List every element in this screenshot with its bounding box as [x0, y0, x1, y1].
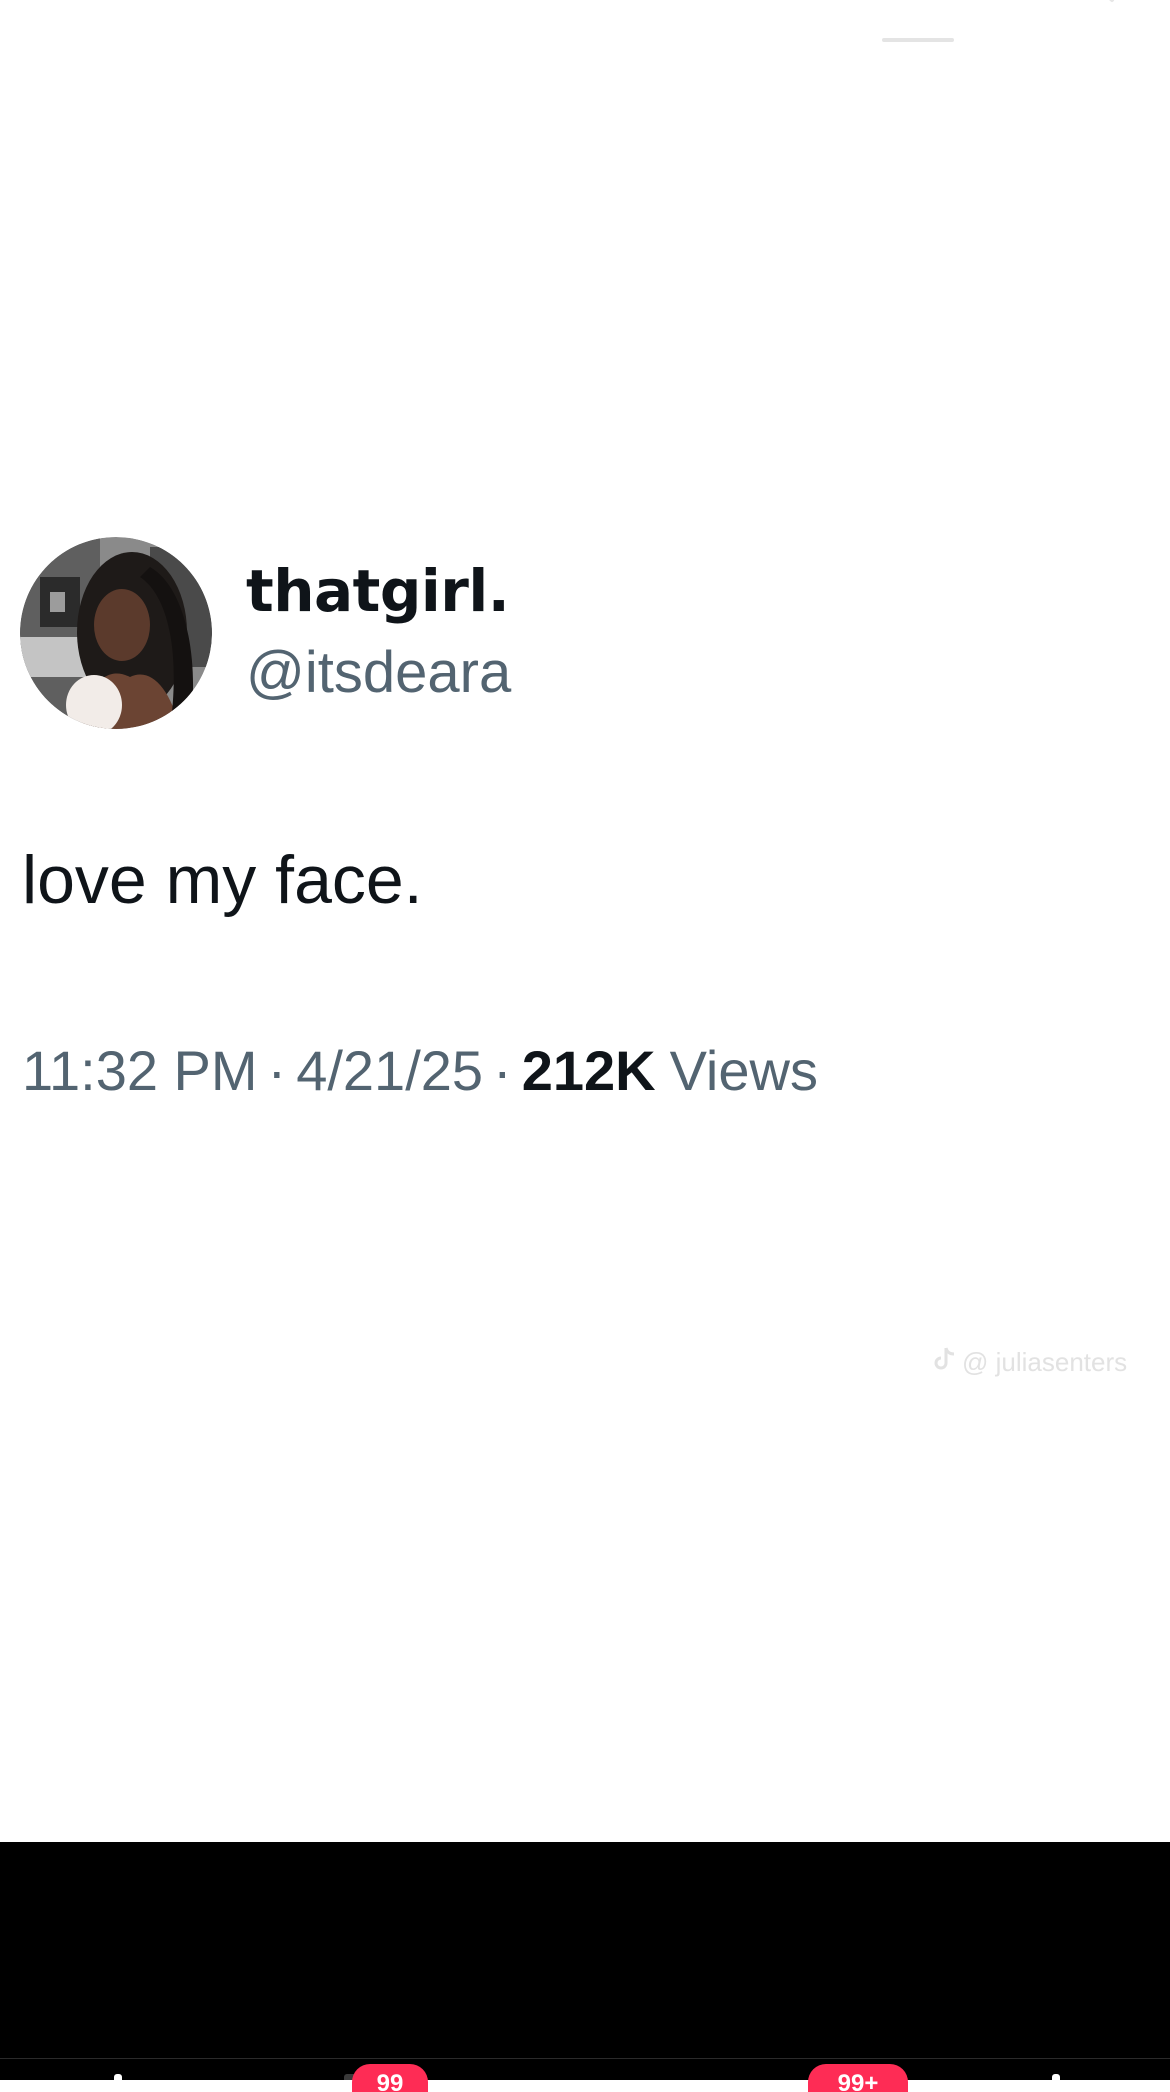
nav-home-icon[interactable] [114, 2074, 122, 2080]
bottom-overlay [0, 1842, 1170, 2080]
top-overlay-line [882, 38, 954, 42]
tiktok-logo-icon [934, 1346, 956, 1378]
tweet-date: 4/21/25 [296, 1039, 484, 1102]
friends-badge: 99 [352, 2064, 428, 2092]
tweet-meta: 11:32 PM · 4/21/25 · 212K Views [22, 1034, 818, 1108]
tweet-text: love my face. [22, 842, 423, 918]
nav-profile-icon[interactable] [1052, 2074, 1060, 2080]
views-count: 212K [521, 1039, 656, 1102]
display-name[interactable]: thatgirl. [246, 556, 510, 626]
user-handle[interactable]: @itsdeara [246, 638, 511, 708]
tweet-time: 11:32 PM [22, 1039, 258, 1102]
meta-separator: · [493, 1039, 512, 1102]
tiktok-watermark: @ juliasenters [934, 1346, 1127, 1378]
inbox-badge: 99+ [808, 2064, 908, 2092]
watermark-username: @ juliasenters [962, 1347, 1128, 1377]
meta-separator: · [267, 1039, 287, 1102]
views-label: Views [669, 1039, 818, 1102]
video-frame [0, 0, 1170, 1842]
nav-divider [0, 2058, 1170, 2059]
avatar [20, 537, 212, 729]
search-icon[interactable] [1058, 0, 1118, 30]
